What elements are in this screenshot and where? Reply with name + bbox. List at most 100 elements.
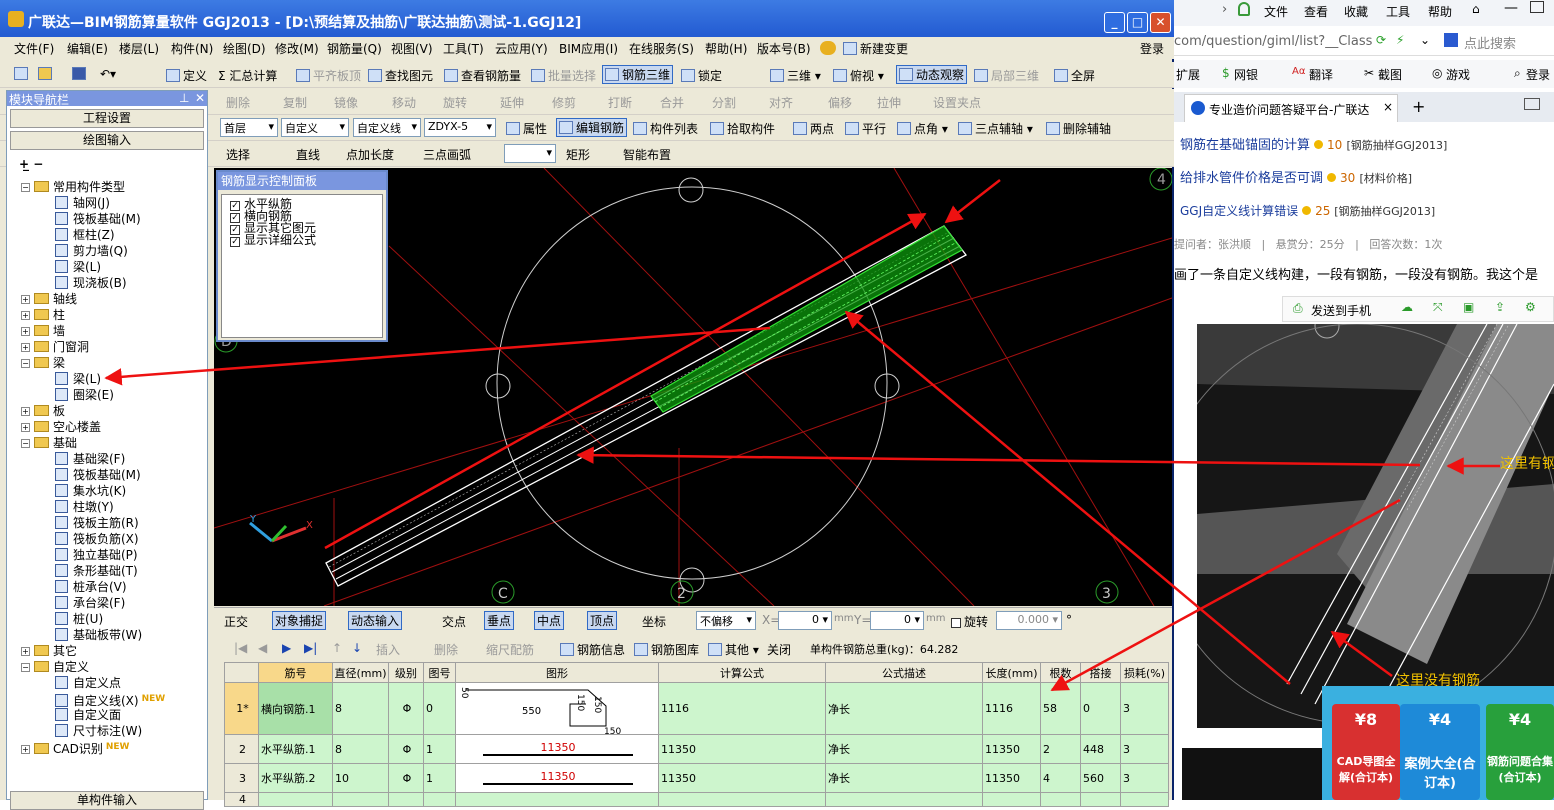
menu-rebar-qty[interactable]: 钢筋量(Q) <box>327 40 382 57</box>
cell-bar-no[interactable]: 水平纵筋.1 <box>258 734 333 764</box>
cell-formula[interactable]: 11350 <box>658 734 826 764</box>
move-button[interactable]: 移动 <box>392 94 416 111</box>
tree-item[interactable]: 轴网(J) <box>55 195 110 211</box>
cell-count[interactable]: 58 <box>1040 682 1081 735</box>
close-panel-icon[interactable]: ✕ <box>195 91 205 105</box>
tree-item[interactable]: 自定义点 <box>55 675 121 691</box>
browser-minimize-icon[interactable]: — <box>1504 0 1518 16</box>
delete-axis-button[interactable]: 删除辅轴 <box>1046 120 1111 137</box>
tree-item[interactable]: 条形基础(T) <box>55 563 138 579</box>
menu-online[interactable]: 在线服务(S) <box>629 40 694 57</box>
send-to-phone-button[interactable]: 发送到手机 <box>1311 302 1371 319</box>
menu-bim[interactable]: BIM应用(I) <box>559 40 618 57</box>
component-name-select[interactable]: ZDYX-5 <box>424 118 496 137</box>
line-button[interactable]: 直线 <box>296 146 320 163</box>
col-header-count[interactable]: 根数 <box>1040 662 1081 683</box>
rotate-checkbox[interactable]: 旋转 <box>951 613 988 630</box>
browser-login-button[interactable]: 登录 <box>1526 66 1550 83</box>
tree-folder[interactable]: − 梁 <box>21 355 65 371</box>
offset-select[interactable]: 不偏移 <box>696 611 756 630</box>
undo-icon[interactable]: ↶▾ <box>100 67 116 81</box>
rebar-library-button[interactable]: 钢筋图库 <box>634 641 699 658</box>
tree-folder[interactable]: + 板 <box>21 403 65 419</box>
cell-count[interactable]: 2 <box>1040 734 1081 764</box>
menu-draw[interactable]: 绘图(D) <box>223 40 266 57</box>
intersection-button[interactable]: 交点 <box>442 613 466 630</box>
tree-folder[interactable]: + 门窗洞 <box>21 339 89 355</box>
browser-menu-favorites[interactable]: 收藏 <box>1344 3 1368 20</box>
cell-lap[interactable]: 560 <box>1080 763 1121 793</box>
smart-layout-button[interactable]: 智能布置 <box>623 146 671 163</box>
tree-folder[interactable]: + 轴线 <box>21 291 77 307</box>
skin-icon[interactable]: ⌂ <box>1472 2 1480 16</box>
cell-length[interactable]: 1116 <box>982 682 1041 735</box>
parallel-button[interactable]: 平行 <box>845 120 886 137</box>
break-button[interactable]: 打断 <box>608 94 632 111</box>
menu-modify[interactable]: 修改(M) <box>275 40 319 57</box>
login-button[interactable]: 登录 <box>1140 40 1164 57</box>
tree-item[interactable]: 桩(U) <box>55 611 103 627</box>
define-button[interactable]: 定义 <box>166 67 207 84</box>
cell-fig-no[interactable]: 1 <box>423 763 456 793</box>
tree-item[interactable]: 框柱(Z) <box>55 227 115 243</box>
new-file-icon[interactable] <box>14 67 31 81</box>
cell-count[interactable]: 4 <box>1040 763 1081 793</box>
tree-item[interactable]: 尺寸标注(W) <box>55 723 142 739</box>
cell-formula[interactable]: 1116 <box>658 682 826 735</box>
menu-view[interactable]: 视图(V) <box>391 40 433 57</box>
expand-icon[interactable]: + <box>21 311 30 320</box>
address-dropdown-icon[interactable]: ⌄ <box>1420 33 1430 47</box>
lock-button[interactable]: 锁定 <box>681 67 722 84</box>
collapse-icon[interactable]: − <box>21 359 30 368</box>
tree-item[interactable]: 筏板主筋(R) <box>55 515 139 531</box>
expand-icon[interactable]: + <box>21 423 30 432</box>
point-length-button[interactable]: 点加长度 <box>346 146 394 163</box>
nav-prev-icon[interactable]: ◀ <box>258 641 267 655</box>
col-header-diameter[interactable]: 直径(mm) <box>332 662 389 683</box>
browser-menu-help[interactable]: 帮助 <box>1428 3 1452 20</box>
cell-loss[interactable]: 3 <box>1120 763 1169 793</box>
extend-button[interactable]: 延伸 <box>500 94 524 111</box>
translate-button[interactable]: 翻译 <box>1309 66 1333 83</box>
cell-description[interactable]: 净长 <box>825 734 983 764</box>
rotate-input[interactable]: 0.000 <box>996 611 1062 630</box>
cell-bar-no[interactable]: 横向钢筋.1 <box>258 682 333 735</box>
rebar-info-button[interactable]: 钢筋信息 <box>560 641 625 658</box>
expand-icon[interactable]: + <box>21 647 30 656</box>
games-button[interactable]: 游戏 <box>1446 66 1470 83</box>
other-dropdown[interactable]: 其他 ▾ <box>708 641 759 658</box>
midpoint-button[interactable]: 中点 <box>534 611 565 630</box>
save-icon[interactable] <box>72 67 89 81</box>
arc-option-select[interactable] <box>504 144 556 163</box>
cell-lap[interactable]: 0 <box>1080 682 1121 735</box>
expand-icon[interactable]: + <box>21 745 30 754</box>
expand-icon[interactable]: + <box>21 343 30 352</box>
tree-item[interactable]: 柱墩(Y) <box>55 499 114 515</box>
project-settings-button[interactable]: 工程设置 <box>10 109 204 128</box>
table-row[interactable]: 3 水平纵筋.2 10 Φ 1 11350 11350 净长 11350 4 5… <box>224 763 1169 793</box>
collapse-icon[interactable]: − <box>21 183 30 192</box>
x-input[interactable]: 0 <box>778 611 832 630</box>
floor-select[interactable]: 首层 <box>220 118 278 137</box>
tree-item[interactable]: 桩承台(V) <box>55 579 127 595</box>
subtype-select[interactable]: 自定义线 <box>353 118 421 137</box>
tree-item[interactable]: 承台梁(F) <box>55 595 125 611</box>
col-header-grade[interactable]: 级别 <box>388 662 424 683</box>
copy-button[interactable]: 复制 <box>283 94 307 111</box>
save-image-icon[interactable]: ▣ <box>1463 300 1474 314</box>
offset-button[interactable]: 偏移 <box>828 94 852 111</box>
col-header-description[interactable]: 公式描述 <box>825 662 983 683</box>
user-icon[interactable] <box>1238 2 1250 16</box>
mirror-button[interactable]: 镜像 <box>334 94 358 111</box>
tree-item[interactable]: 剪力墙(Q) <box>55 243 128 259</box>
move-down-icon[interactable]: ↓ <box>352 641 362 655</box>
menu-file[interactable]: 文件(F) <box>14 40 54 57</box>
stretch-button[interactable]: 拉伸 <box>877 94 901 111</box>
url-field[interactable]: com/question/giml/list?__Class <box>1174 34 1372 49</box>
scale-rebar-button[interactable]: 缩尺配筋 <box>486 641 534 658</box>
tree-item[interactable]: 自定义面 <box>55 707 121 723</box>
tree-folder[interactable]: + CAD识别 NEW <box>21 739 129 756</box>
browser-search-input[interactable]: 点此搜索 <box>1464 33 1516 52</box>
promo-book-rebar[interactable]: ¥4 钢筋问题合集(合订本) <box>1486 704 1554 800</box>
expand-icon[interactable]: + <box>21 295 30 304</box>
